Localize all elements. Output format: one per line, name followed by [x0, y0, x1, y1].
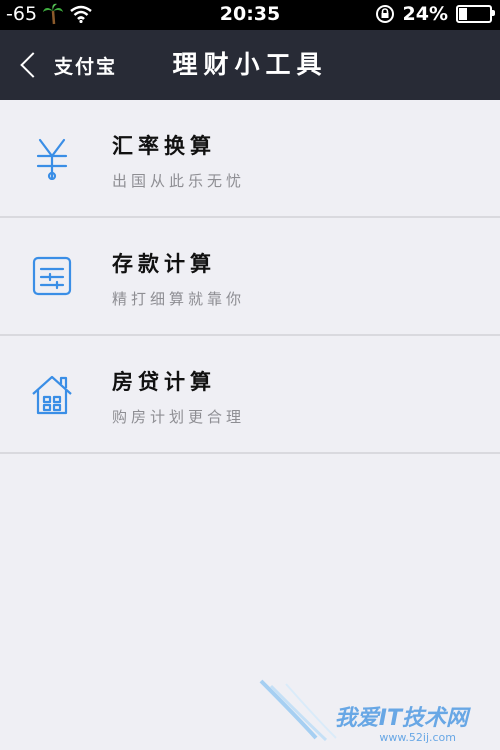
watermark-text: 我爱IT技术网 — [334, 706, 468, 731]
sliders-icon — [32, 256, 72, 296]
battery-icon — [456, 5, 495, 23]
status-bar: -65 20:35 24% — [0, 0, 500, 30]
tools-list: 汇率换算 出国从此乐无忧 存款计算 精打细算就靠你 房贷计算 购房计划更合理 — [0, 100, 500, 454]
page-title: 理财小工具 — [172, 50, 328, 79]
tool-title: 汇率换算 — [112, 134, 216, 158]
tool-item-exchange[interactable]: 汇率换算 出国从此乐无忧 — [0, 100, 500, 218]
tool-subtitle: 购房计划更合理 — [112, 408, 246, 426]
battery-fill — [459, 8, 467, 20]
tool-subtitle: 精打细算就靠你 — [112, 290, 246, 308]
tool-item-deposit[interactable]: 存款计算 精打细算就靠你 — [0, 218, 500, 336]
watermark: 我爱IT技术网 www.52ij.com — [256, 676, 486, 746]
watermark-url: www.52ij.com — [379, 731, 456, 744]
status-right: 24% — [375, 3, 495, 25]
navigation-bar: 支付宝 理财小工具 — [0, 30, 500, 100]
tool-item-mortgage[interactable]: 房贷计算 购房计划更合理 — [0, 336, 500, 454]
yen-icon — [36, 138, 68, 180]
battery-percent: 24% — [402, 3, 448, 25]
rotation-lock-icon — [375, 5, 394, 23]
house-icon — [32, 375, 72, 415]
tool-subtitle: 出国从此乐无忧 — [112, 172, 246, 190]
tool-title: 房贷计算 — [112, 370, 216, 394]
tool-title: 存款计算 — [112, 252, 216, 276]
